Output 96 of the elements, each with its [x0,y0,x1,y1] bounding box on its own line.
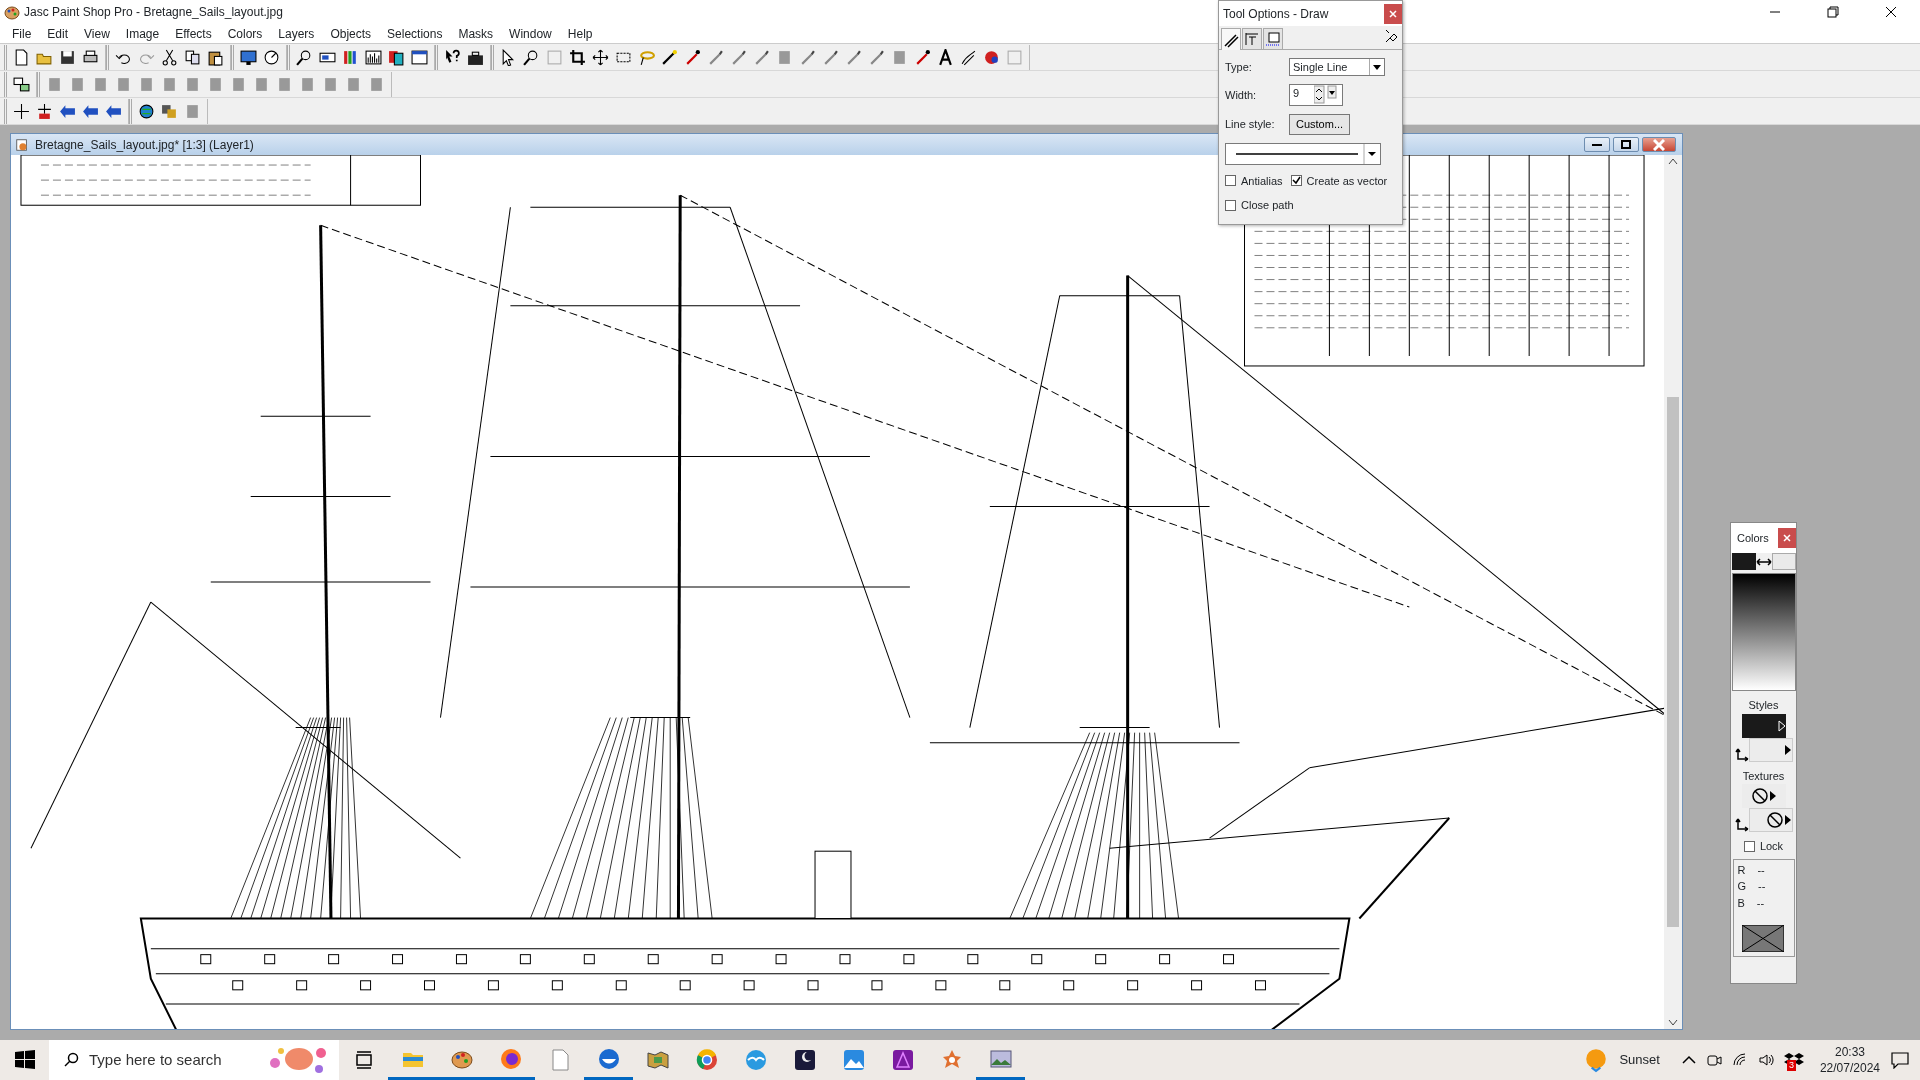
channel-label: R [1737,862,1746,878]
foreground-swatch[interactable] [1731,553,1756,570]
app-palette-icon [4,4,20,20]
bird-globe-icon [596,1046,621,1071]
field-label: Width: [1225,87,1258,103]
menu-item[interactable]: Effects [167,24,220,43]
channel-label: B [1737,895,1745,911]
background-texture-button[interactable] [1748,808,1793,832]
menu-item[interactable]: Edit [39,24,77,43]
menu-item[interactable]: Window [501,24,560,43]
window-title: Jasc Paint Shop Pro - Bretagne_Sails_layout.jpg [24,4,283,21]
field-label: Type: [1225,59,1253,75]
menu-item[interactable]: View [76,24,118,43]
close-icon [1653,138,1665,151]
doc-minimize-button[interactable] [1584,137,1610,152]
empty-color-preview [1741,925,1784,952]
menu-item[interactable]: File [4,24,40,43]
scroll-up-icon[interactable] [1668,157,1678,165]
search-field[interactable]: Type here to search [49,1040,339,1080]
close-button[interactable] [1778,528,1796,548]
fox-globe-icon [498,1046,523,1071]
lock-checkbox[interactable] [1743,840,1755,852]
checkbox[interactable] [1290,175,1302,187]
dropdown-arrow-icon [1373,64,1381,70]
menu-item[interactable]: Image [117,24,168,43]
triangle-right-icon [1777,719,1786,732]
checkbox-label: Close path [1241,198,1294,213]
background-swatch[interactable] [1771,553,1796,570]
swap-corner-icon[interactable] [1734,747,1749,762]
swap-arrows-icon[interactable] [1755,556,1772,567]
scroll-down-icon[interactable] [1668,1019,1678,1027]
swap-corner-icon[interactable] [1734,818,1749,832]
section-label: Textures [1742,768,1785,784]
clock-date[interactable]: 22/07/2024 [1819,1060,1880,1076]
clock-time[interactable]: 20:33 [1819,1044,1880,1060]
color-gradient-picker[interactable] [1731,573,1796,691]
notification-badge: 3 [1786,1060,1796,1071]
no-texture-icon [1750,787,1769,805]
minimize-icon [1592,143,1602,146]
no-texture-icon [1765,811,1784,829]
windows-logo-icon [12,1048,37,1072]
speaker-icon[interactable] [1757,1052,1774,1068]
wifi-icon[interactable] [1731,1052,1748,1068]
notifications-icon[interactable] [1890,1051,1910,1069]
checkbox-label: Create as vector [1306,173,1388,189]
menu-item[interactable]: Colors [219,24,271,43]
panel-tab[interactable] [1221,28,1241,50]
chevron-up-icon[interactable] [1681,1055,1696,1065]
checkbox-label: Antialias [1241,173,1283,189]
menu-item[interactable]: Layers [270,24,323,43]
type-dropdown[interactable]: Single Line [1289,58,1385,76]
doc-close-button[interactable] [1642,137,1676,152]
panel-title: Tool Options - Draw [1223,5,1329,23]
checkbox[interactable] [1225,175,1236,187]
channel-value: -- [1757,862,1765,878]
scrollbar-thumb[interactable] [1667,397,1679,927]
section-label: Styles [1748,698,1779,713]
search-icon [63,1052,79,1068]
color-wheel-icon [694,1048,719,1072]
triangle-right-icon [1783,814,1792,826]
field-label: Line style: [1225,117,1276,132]
custom-button[interactable]: Custom... [1289,114,1351,135]
pin-icon[interactable] [1384,28,1400,44]
close-icon [1783,534,1791,542]
doc-maximize-button[interactable] [1613,137,1639,152]
triangle-logo-icon [890,1048,915,1072]
close-button[interactable] [1384,3,1402,24]
channel-value: -- [1756,895,1765,911]
menu-item[interactable]: Help [559,24,601,43]
seagull-icon [743,1048,768,1072]
panel-title: Colors [1737,530,1769,546]
moon-icon [792,1048,817,1072]
mountain-picture-icon [841,1048,866,1072]
menu-item[interactable]: Masks [450,24,502,43]
channel-label: G [1737,879,1747,894]
weather-label[interactable]: Sunset [1619,1050,1660,1070]
close-icon [1389,9,1397,18]
camera-icon[interactable] [1705,1052,1722,1068]
checkbox[interactable] [1225,199,1236,211]
background-style-button[interactable] [1748,737,1793,762]
document-title: Bretagne_Sails_layout.jpg* [1:3] (Layer1) [35,136,254,154]
width-spinbox[interactable]: 9 [1289,84,1343,106]
checkbox-label: Lock [1759,839,1784,854]
line-style-dropdown[interactable] [1225,142,1381,165]
menu-item[interactable]: Objects [322,24,380,43]
triangle-right-icon [1768,790,1777,802]
foreground-style-button[interactable] [1741,713,1786,738]
foreground-texture-button[interactable] [1741,784,1786,808]
document-palette-icon [15,137,29,152]
device-tab-icon [1265,31,1281,47]
triangle-right-icon [1783,743,1792,756]
pen-tab-icon [1223,31,1239,48]
maximize-icon [1621,140,1631,149]
layout-tab-icon [1244,31,1260,47]
channel-value: -- [1758,879,1766,894]
menu-item[interactable]: Selections [379,24,451,43]
